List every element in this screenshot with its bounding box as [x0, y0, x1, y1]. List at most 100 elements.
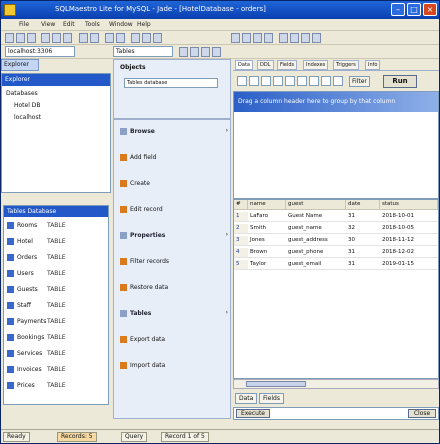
connect-icon[interactable]	[105, 33, 114, 43]
row-number[interactable]: 4	[234, 248, 248, 258]
tree-item-localhost[interactable]: localhost	[14, 114, 41, 121]
post-record-icon[interactable]	[301, 33, 310, 43]
open-icon[interactable]	[16, 33, 25, 43]
object-type-select[interactable]: Tables	[113, 46, 173, 57]
find-icon[interactable]	[201, 47, 210, 57]
row-number[interactable]: 3	[234, 236, 248, 246]
delete-record-icon[interactable]	[290, 33, 299, 43]
sort-icon[interactable]	[190, 47, 199, 57]
tree-item-databases[interactable]: Databases	[6, 90, 38, 97]
action-link[interactable]: Import data	[120, 360, 228, 372]
row-number[interactable]: 5	[234, 260, 248, 270]
row-number[interactable]: 1	[234, 212, 248, 222]
grid-cell[interactable]: Brown	[248, 248, 286, 258]
database-select[interactable]: localhost:3306	[5, 46, 75, 57]
grid-cell[interactable]: 30	[346, 236, 380, 246]
table-row[interactable]: Invoices TABLE	[7, 364, 107, 376]
prev-record-icon[interactable]	[242, 33, 251, 43]
action-link[interactable]: Restore data	[120, 282, 228, 294]
action-link[interactable]: Filter records	[120, 256, 228, 268]
new-icon[interactable]	[5, 33, 14, 43]
action-group-header[interactable]: Tables ›	[120, 308, 228, 320]
export-icon[interactable]	[153, 33, 162, 43]
grid-cell[interactable]: Taylor	[248, 260, 286, 270]
bottom-tab-data[interactable]: Data	[235, 393, 258, 404]
save-icon[interactable]	[27, 33, 36, 43]
action-link[interactable]: Add field	[120, 152, 228, 164]
add-row-icon[interactable]	[285, 76, 295, 86]
minimize-button[interactable]: –	[391, 3, 405, 16]
action-group-header[interactable]: Browse ›	[120, 126, 228, 138]
horizontal-scrollbar[interactable]	[233, 379, 439, 389]
menu-help[interactable]: Help	[137, 21, 151, 28]
action-link[interactable]: Export data	[120, 334, 228, 346]
grid-cell[interactable]: 2018-11-12	[380, 236, 438, 246]
stop-icon[interactable]	[90, 33, 99, 43]
first-page-icon[interactable]	[237, 76, 247, 86]
grid-cell[interactable]: Jones	[248, 236, 286, 246]
tab-data[interactable]: Data	[235, 60, 253, 70]
grid-cell[interactable]: guest_address	[286, 236, 346, 246]
table-row[interactable]: Rooms TABLE	[7, 220, 107, 232]
table-row[interactable]: Hotel TABLE	[7, 236, 107, 248]
table-row[interactable]: Bookings TABLE	[7, 332, 107, 344]
last-record-icon[interactable]	[264, 33, 273, 43]
chevron-down-icon[interactable]: ›	[226, 231, 228, 238]
grid-cell[interactable]: guest_name	[286, 224, 346, 234]
column-header[interactable]: name	[248, 200, 286, 210]
copy-icon[interactable]	[52, 33, 61, 43]
action-link[interactable]: Create	[120, 178, 228, 190]
column-header[interactable]: guest	[286, 200, 346, 210]
grid-cell[interactable]: 32	[346, 224, 380, 234]
chevron-down-icon[interactable]: ›	[226, 127, 228, 134]
menu-edit[interactable]: Edit	[63, 21, 75, 28]
remove-row-icon[interactable]	[297, 76, 307, 86]
run-button[interactable]: Run	[383, 75, 417, 88]
refresh-icon[interactable]	[79, 33, 88, 43]
table-row[interactable]: Prices TABLE	[7, 380, 107, 392]
disconnect-icon[interactable]	[116, 33, 125, 43]
close-editor-button[interactable]: Close	[408, 409, 436, 418]
action-group-header[interactable]: Properties ›	[120, 230, 228, 242]
grid-cell[interactable]: 31	[346, 212, 380, 222]
bottom-tab-fields[interactable]: Fields	[259, 393, 284, 404]
cancel-record-icon[interactable]	[312, 33, 321, 43]
execute-button[interactable]: Execute	[236, 409, 270, 418]
grid-cell[interactable]: guest_phone	[286, 248, 346, 258]
grid-cell[interactable]: guest_email	[286, 260, 346, 270]
grid-cell[interactable]: LaFaro	[248, 212, 286, 222]
filter-icon[interactable]	[179, 47, 188, 57]
save-row-icon[interactable]	[321, 76, 331, 86]
tab-ddl[interactable]: DDL	[257, 60, 274, 70]
query-icon[interactable]	[142, 33, 151, 43]
table-row[interactable]: Staff TABLE	[7, 300, 107, 312]
grid-cell[interactable]: Guest Name	[286, 212, 346, 222]
table-row[interactable]: Users TABLE	[7, 268, 107, 280]
table-row[interactable]: Services TABLE	[7, 348, 107, 360]
table-row[interactable]: Guests TABLE	[7, 284, 107, 296]
grid-cell[interactable]: 31	[346, 260, 380, 270]
column-header[interactable]: date	[346, 200, 380, 210]
grid-cell[interactable]: Smith	[248, 224, 286, 234]
grid-cell[interactable]: 2018-12-02	[380, 248, 438, 258]
tab-triggers[interactable]: Triggers	[333, 60, 359, 70]
table-row[interactable]: Payments TABLE	[7, 316, 107, 328]
cancel-row-icon[interactable]	[333, 76, 343, 86]
row-number[interactable]: 2	[234, 224, 248, 234]
next-record-icon[interactable]	[253, 33, 262, 43]
chevron-down-icon[interactable]: ›	[226, 309, 228, 316]
sql-icon[interactable]	[131, 33, 140, 43]
last-page-icon[interactable]	[273, 76, 283, 86]
tab-indexes[interactable]: Indexes	[303, 60, 329, 70]
menu-view[interactable]: View	[41, 21, 55, 28]
close-button[interactable]: ×	[423, 3, 437, 16]
column-header[interactable]: #	[234, 200, 248, 210]
grid-cell[interactable]: 2018-10-01	[380, 212, 438, 222]
action-link[interactable]: Edit record	[120, 204, 228, 216]
table-row[interactable]: Orders TABLE	[7, 252, 107, 264]
objects-field[interactable]: Tables database	[124, 78, 218, 88]
tab-fields[interactable]: Fields	[277, 60, 298, 70]
prev-page-icon[interactable]	[249, 76, 259, 86]
first-record-icon[interactable]	[231, 33, 240, 43]
menu-tools[interactable]: Tools	[85, 21, 100, 28]
